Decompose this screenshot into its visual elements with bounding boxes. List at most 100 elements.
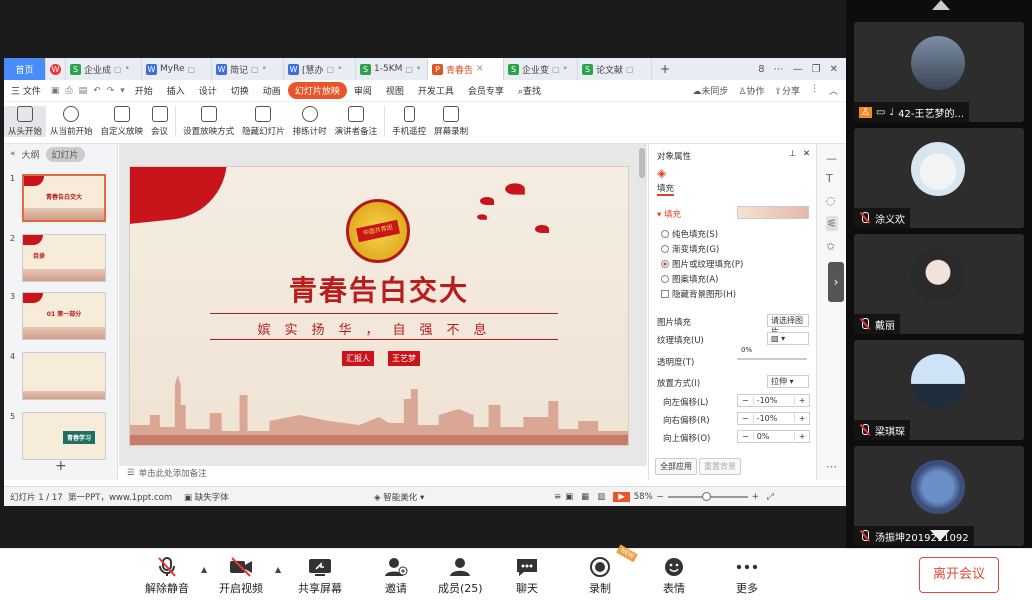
- tab-doc[interactable]: W [慧办 ▢ •: [284, 58, 356, 80]
- reporter-name[interactable]: 王艺梦: [388, 351, 420, 366]
- more-button[interactable]: 更多: [735, 557, 759, 596]
- meeting-button[interactable]: 会议: [147, 106, 172, 137]
- close-icon[interactable]: ✕: [476, 64, 484, 74]
- more-icon[interactable]: ⋯: [774, 64, 784, 75]
- slide-thumbnail[interactable]: 青春学习: [22, 412, 106, 460]
- hide-bg-checkbox[interactable]: 隐藏背景图形(H): [661, 288, 736, 300]
- slide-thumb-row[interactable]: 2 目录: [10, 234, 106, 282]
- more-tools-icon[interactable]: ⋯: [826, 460, 837, 473]
- close-icon[interactable]: •: [262, 64, 267, 74]
- menu-review[interactable]: 审阅: [347, 84, 379, 97]
- zoom-in-icon[interactable]: +: [748, 492, 763, 502]
- caret-up-icon[interactable]: ▲: [201, 565, 207, 574]
- radio-gradient-fill[interactable]: 渐变填充(G): [661, 243, 719, 255]
- tab-doc[interactable]: S 企业变 ▢ •: [504, 58, 578, 80]
- fill-preview-dropdown[interactable]: [737, 206, 809, 219]
- invite-button[interactable]: 邀请: [384, 557, 408, 596]
- shape-icon[interactable]: ◌: [826, 194, 836, 207]
- reset-bg-button[interactable]: 重置背景: [699, 458, 741, 475]
- close-icon[interactable]: •: [125, 64, 130, 74]
- layout-icon[interactable]: 8: [758, 64, 764, 75]
- tab-outline[interactable]: 大纲: [22, 148, 40, 161]
- save-icon[interactable]: ▣: [48, 86, 63, 96]
- menu-transition[interactable]: 切换: [224, 84, 256, 97]
- minus-icon[interactable]: −: [738, 432, 753, 441]
- minimize-icon[interactable]: —: [793, 64, 803, 75]
- slide-title[interactable]: 青春告白交大: [130, 269, 628, 309]
- apply-all-button[interactable]: 全部应用: [655, 458, 697, 475]
- close-panel-icon[interactable]: ✕: [803, 149, 810, 159]
- play-from-start-button[interactable]: 从头开始: [4, 106, 47, 137]
- zoom-slider-thumb[interactable]: [701, 491, 711, 501]
- tab-wps-logo[interactable]: W: [46, 58, 66, 80]
- share-button[interactable]: ⇪分享: [774, 84, 800, 97]
- minus-icon[interactable]: —: [826, 152, 837, 165]
- tab-doc[interactable]: W 简记 ▢ •: [212, 58, 284, 80]
- participant-tile[interactable]: 梁琪琛: [854, 340, 1024, 440]
- minus-icon[interactable]: −: [738, 396, 753, 405]
- menu-insert[interactable]: 插入: [160, 84, 192, 97]
- radio-solid-fill[interactable]: 纯色填充(S): [661, 228, 718, 240]
- offset-up-value[interactable]: 0%: [752, 432, 795, 441]
- slide-thumb-row[interactable]: 1 青春告白交大: [10, 174, 106, 222]
- hide-slide-button[interactable]: 隐藏幻灯片: [238, 106, 289, 137]
- slide-thumbnail[interactable]: 青春告白交大: [22, 174, 106, 222]
- sorter-view-icon[interactable]: ▦: [577, 492, 593, 502]
- text-icon[interactable]: T: [826, 172, 833, 185]
- close-icon[interactable]: •: [416, 64, 421, 74]
- properties-icon[interactable]: ⚟: [826, 216, 838, 231]
- tab-fill[interactable]: 填充: [657, 182, 675, 196]
- record-button[interactable]: 录制: [588, 557, 612, 596]
- participant-tile[interactable]: ♙ ▭ ♩ 42-王艺梦的...: [854, 22, 1024, 122]
- tab-home[interactable]: 首页: [4, 58, 46, 80]
- slide-thumb-row[interactable]: 5 青春学习: [10, 412, 106, 460]
- menu-home[interactable]: 开始: [128, 84, 160, 97]
- canvas-scrollbar[interactable]: [639, 148, 645, 178]
- leave-meeting-button[interactable]: 离开会议: [919, 557, 999, 593]
- slide-thumb-row[interactable]: 4: [10, 352, 106, 400]
- presenter-notes-button[interactable]: 演讲者备注: [331, 106, 382, 137]
- slide-subtitle[interactable]: 嫔实扬华，自强不息: [130, 319, 628, 338]
- normal-view-icon[interactable]: ▣: [561, 492, 577, 502]
- emoji-button[interactable]: 表情: [662, 557, 686, 596]
- minus-icon[interactable]: −: [738, 414, 753, 423]
- offset-right-stepper[interactable]: − -10% +: [737, 412, 811, 425]
- restore-icon[interactable]: ❐: [812, 64, 821, 75]
- scroll-up-arrow-icon[interactable]: [932, 0, 950, 10]
- preview-icon[interactable]: ▤: [76, 86, 91, 96]
- tab-active-ppt[interactable]: P 青春告 ✕: [428, 58, 504, 80]
- menu-view[interactable]: 视图: [379, 84, 411, 97]
- members-button[interactable]: 成员(25): [438, 557, 483, 596]
- radio-picture-fill[interactable]: 图片或纹理填充(P): [661, 258, 743, 270]
- tab-doc[interactable]: W MyRe ▢: [142, 58, 212, 80]
- reporter-label[interactable]: 汇报人: [342, 351, 374, 366]
- collapse-ribbon-icon[interactable]: ︿: [829, 84, 838, 97]
- close-icon[interactable]: •: [337, 64, 342, 74]
- menu-slideshow[interactable]: 幻灯片放映: [287, 82, 347, 99]
- sync-status[interactable]: ☁未同步: [692, 84, 728, 97]
- offset-right-value[interactable]: -10%: [752, 414, 795, 423]
- notes-toggle-icon[interactable]: ≡: [554, 492, 561, 502]
- slide-thumb-row[interactable]: 3 01 第一部分: [10, 292, 106, 340]
- tab-doc[interactable]: S 论文献 ▢: [578, 58, 652, 80]
- phone-remote-button[interactable]: 手机遥控: [388, 106, 430, 137]
- notes-bar[interactable]: ☰ 单击此处添加备注: [119, 466, 647, 480]
- placement-dropdown[interactable]: 拉伸 ▾: [767, 375, 809, 388]
- offset-left-stepper[interactable]: − -10% +: [737, 394, 811, 407]
- menu-file[interactable]: 三 文件: [4, 84, 48, 97]
- menu-design[interactable]: 设计: [192, 84, 224, 97]
- setup-show-button[interactable]: 设置放映方式: [179, 106, 238, 137]
- collapse-pane-icon[interactable]: «: [10, 149, 16, 159]
- missing-font-button[interactable]: ▣ 缺失字体: [184, 491, 374, 503]
- menu-developer[interactable]: 开发工具: [411, 84, 461, 97]
- start-video-button[interactable]: 开启视频: [219, 557, 263, 596]
- screen-record-button[interactable]: 屏幕录制: [430, 106, 472, 137]
- new-tab-button[interactable]: +: [652, 58, 678, 80]
- slide-thumbnail[interactable]: 01 第一部分: [22, 292, 106, 340]
- quick-menu-icon[interactable]: ▾: [117, 86, 128, 96]
- reading-view-icon[interactable]: ▥: [593, 492, 609, 502]
- fill-bucket-icon[interactable]: ◈: [657, 166, 666, 180]
- add-slide-button[interactable]: +: [55, 458, 67, 474]
- radio-pattern-fill[interactable]: 图案填充(A): [661, 273, 718, 285]
- slide-thumbnail[interactable]: [22, 352, 106, 400]
